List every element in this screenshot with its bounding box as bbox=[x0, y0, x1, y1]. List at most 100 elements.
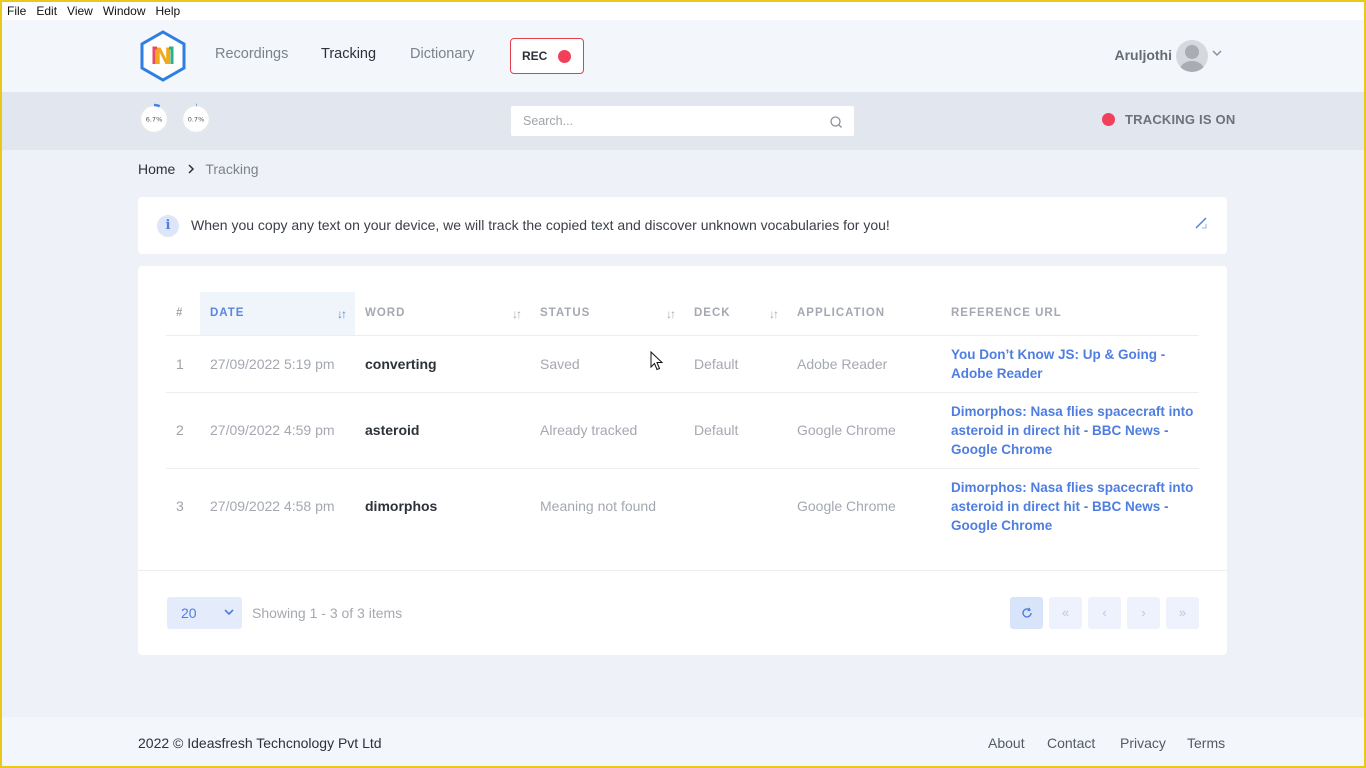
row-deck bbox=[684, 468, 787, 544]
row-reference: Dimorphos: Nasa flies spacecraft into as… bbox=[941, 392, 1199, 469]
reference-link[interactable]: You Don’t Know JS: Up & Going - Adobe Re… bbox=[951, 345, 1199, 383]
sort-icon[interactable]: ↓↑ bbox=[512, 307, 522, 321]
showing-count: Showing 1 - 3 of 3 items bbox=[252, 605, 403, 621]
search-input[interactable] bbox=[523, 114, 813, 128]
gauge-1-label: 6.7% bbox=[146, 116, 163, 124]
status-bar: 6.7% 0.7% TRACKING IS ON bbox=[2, 92, 1364, 150]
row-date: 27/09/2022 4:58 pm bbox=[210, 498, 335, 515]
refresh-button[interactable] bbox=[1010, 597, 1043, 629]
footer-link-terms[interactable]: Terms bbox=[1187, 735, 1225, 751]
chevron-down-icon bbox=[224, 609, 234, 616]
menu-view[interactable]: View bbox=[62, 4, 98, 18]
col-status-label: STATUS bbox=[540, 307, 591, 320]
page-size-select[interactable]: 20 bbox=[167, 597, 242, 629]
menu-help[interactable]: Help bbox=[151, 4, 186, 18]
close-icon[interactable] bbox=[1193, 215, 1209, 231]
user-avatar-icon bbox=[1180, 45, 1204, 72]
first-page-button[interactable]: « bbox=[1049, 597, 1082, 629]
tracking-table-card: # DATE ↓↑ WORD ↓↑ STATUS ↓↑ DECK ↓↑ APPLICAT… bbox=[138, 266, 1227, 655]
row-word[interactable]: asteroid bbox=[355, 392, 530, 469]
chevron-left-icon: ‹ bbox=[1102, 605, 1107, 620]
avatar[interactable] bbox=[1176, 40, 1208, 72]
nav-dictionary[interactable]: Dictionary bbox=[410, 46, 474, 62]
search-icon[interactable] bbox=[829, 115, 843, 129]
row-word[interactable]: dimorphos bbox=[355, 468, 530, 544]
menu-edit[interactable]: Edit bbox=[31, 4, 62, 18]
footer-link-about[interactable]: About bbox=[988, 735, 1025, 751]
double-chevron-right-icon: » bbox=[1178, 605, 1187, 620]
footer-link-contact[interactable]: Contact bbox=[1047, 735, 1095, 751]
reference-link[interactable]: Dimorphos: Nasa flies spacecraft into as… bbox=[951, 402, 1199, 459]
tracking-status-text: TRACKING IS ON bbox=[1125, 112, 1236, 127]
sort-icon[interactable]: ↓↑ bbox=[337, 307, 347, 321]
row-num: 1 bbox=[166, 335, 200, 393]
row-date: 27/09/2022 5:19 pm bbox=[200, 335, 355, 393]
menu-window[interactable]: Window bbox=[98, 4, 151, 18]
col-reference-url: REFERENCE URL bbox=[941, 292, 1199, 336]
page-size-value: 20 bbox=[181, 605, 197, 621]
reference-link[interactable]: Dimorphos: Nasa flies spacecraft into as… bbox=[951, 478, 1199, 535]
next-page-button[interactable]: › bbox=[1127, 597, 1160, 629]
nav-tracking[interactable]: Tracking bbox=[321, 46, 376, 62]
menu-bar: File Edit View Window Help bbox=[2, 2, 1364, 20]
usage-gauge-2: 0.7% bbox=[180, 103, 212, 135]
row-application: Adobe Reader bbox=[787, 335, 941, 393]
row-deck: Default bbox=[684, 335, 787, 393]
row-reference: You Don’t Know JS: Up & Going - Adobe Re… bbox=[941, 335, 1199, 393]
info-icon: i bbox=[157, 215, 179, 237]
table-header-row: # DATE ↓↑ WORD ↓↑ STATUS ↓↑ DECK ↓↑ APPLICAT… bbox=[166, 292, 1199, 336]
rec-dot-icon bbox=[558, 50, 571, 63]
col-deck[interactable]: DECK ↓↑ bbox=[684, 292, 787, 336]
user-name[interactable]: Aruljothi bbox=[1092, 47, 1172, 63]
prev-page-button[interactable]: ‹ bbox=[1088, 597, 1121, 629]
menu-file[interactable]: File bbox=[2, 4, 31, 18]
chevron-down-icon[interactable] bbox=[1212, 48, 1222, 58]
refresh-icon bbox=[1021, 607, 1032, 618]
footer-link-privacy[interactable]: Privacy bbox=[1120, 735, 1166, 751]
row-num: 3 bbox=[176, 498, 184, 515]
row-num: 2 bbox=[166, 392, 200, 469]
table-row: 2 27/09/2022 4:59 pm asteroid Already tr… bbox=[166, 392, 1199, 469]
row-date: 27/09/2022 4:59 pm bbox=[200, 392, 355, 469]
row-application: Google Chrome bbox=[797, 498, 896, 515]
top-navbar: N Recordings Tracking Dictionary REC Aru… bbox=[2, 20, 1364, 92]
col-deck-label: DECK bbox=[694, 307, 731, 320]
table-row: 3 27/09/2022 4:58 pm dimorphos Meaning n… bbox=[166, 468, 1199, 544]
copyright-text: 2022 © Ideasfresh Techcnology Pvt Ltd bbox=[138, 735, 382, 751]
sort-icon[interactable]: ↓↑ bbox=[666, 307, 676, 321]
col-word[interactable]: WORD ↓↑ bbox=[355, 292, 530, 336]
usage-gauge-1: 6.7% bbox=[138, 103, 170, 135]
table-row: 1 27/09/2022 5:19 pm converting Saved De… bbox=[166, 335, 1199, 393]
last-page-button[interactable]: » bbox=[1166, 597, 1199, 629]
row-deck: Default bbox=[684, 392, 787, 469]
breadcrumb-home[interactable]: Home bbox=[138, 161, 175, 177]
col-word-label: WORD bbox=[365, 307, 406, 320]
chevron-right-icon: › bbox=[1141, 605, 1146, 620]
nav-recordings[interactable]: Recordings bbox=[215, 46, 288, 62]
row-status: Already tracked bbox=[530, 392, 684, 469]
row-word[interactable]: converting bbox=[355, 335, 530, 393]
app-logo-icon[interactable]: N bbox=[138, 30, 188, 82]
row-application: Google Chrome bbox=[787, 392, 941, 469]
chevron-right-icon bbox=[188, 164, 195, 174]
row-reference: Dimorphos: Nasa flies spacecraft into as… bbox=[941, 468, 1199, 544]
col-application: APPLICATION bbox=[787, 292, 941, 336]
breadcrumb-current: Tracking bbox=[205, 161, 259, 177]
mouse-cursor-icon bbox=[650, 351, 664, 371]
col-num: # bbox=[166, 292, 200, 336]
info-alert: i When you copy any text on your device,… bbox=[138, 197, 1227, 254]
row-status: Meaning not found bbox=[540, 498, 656, 515]
footer: 2022 © Ideasfresh Techcnology Pvt Ltd Ab… bbox=[2, 717, 1364, 766]
col-date[interactable]: DATE ↓↑ bbox=[200, 292, 355, 336]
gauge-2-label: 0.7% bbox=[188, 116, 205, 124]
tracking-table: # DATE ↓↑ WORD ↓↑ STATUS ↓↑ DECK ↓↑ APPLICAT… bbox=[166, 292, 1199, 544]
tracking-status: TRACKING IS ON bbox=[1102, 112, 1235, 127]
alert-text: When you copy any text on your device, w… bbox=[191, 217, 890, 233]
rec-button[interactable]: REC bbox=[510, 38, 584, 74]
col-date-label: DATE bbox=[210, 307, 245, 320]
divider bbox=[138, 570, 1227, 571]
sort-icon[interactable]: ↓↑ bbox=[769, 307, 779, 321]
col-status[interactable]: STATUS ↓↑ bbox=[530, 292, 684, 336]
double-chevron-left-icon: « bbox=[1061, 605, 1070, 620]
search-box bbox=[510, 105, 855, 137]
